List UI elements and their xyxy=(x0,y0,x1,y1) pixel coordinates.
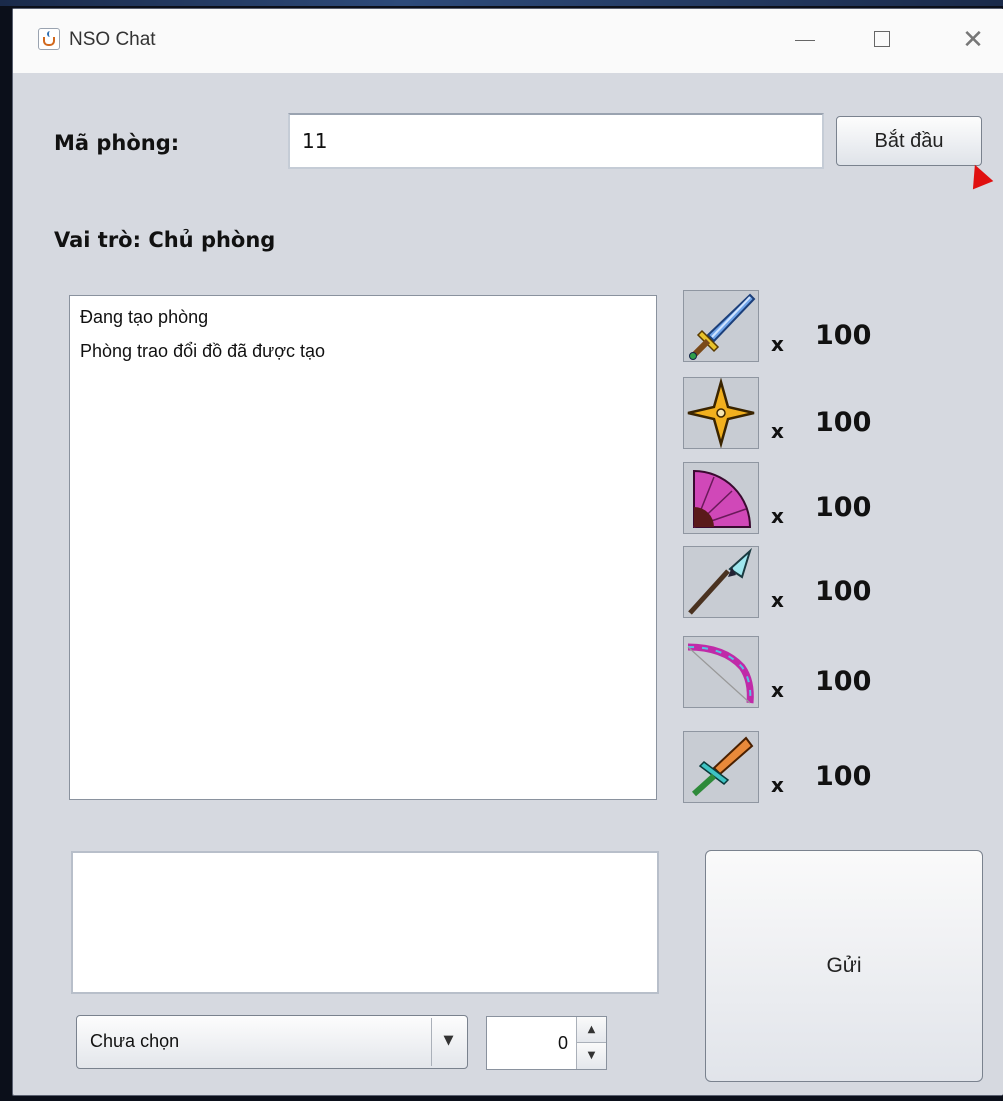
minimize-icon xyxy=(795,40,815,41)
close-button[interactable]: ✕ xyxy=(953,23,993,59)
close-icon: ✕ xyxy=(962,25,984,55)
nso-chat-window: NSO Chat ✕ Mã phòng: 11 Bắt đầu Vai trò:… xyxy=(12,8,1003,1096)
item-quantity: 100 xyxy=(815,666,872,697)
minimize-button[interactable] xyxy=(785,23,825,59)
inventory-item: x 100 xyxy=(683,377,983,455)
item-multiplier: x xyxy=(771,773,784,797)
item-quantity: 100 xyxy=(815,492,872,523)
spinner-up-icon[interactable]: ▲ xyxy=(576,1017,606,1043)
item-select-value: Chưa chọn xyxy=(90,1031,180,1051)
inventory-item: x 100 xyxy=(683,546,983,624)
log-line: Phòng trao đổi đồ đã được tạo xyxy=(80,341,326,361)
item-multiplier: x xyxy=(771,504,784,528)
quantity-spinner[interactable]: 0 ▲ ▼ xyxy=(486,1016,607,1070)
inventory-item: x 100 xyxy=(683,462,983,540)
spear-icon[interactable] xyxy=(683,546,759,618)
fan-icon[interactable] xyxy=(683,462,759,534)
room-code-label: Mã phòng: xyxy=(54,131,180,155)
inventory-item: x 100 xyxy=(683,731,983,809)
spinner-down-icon[interactable]: ▼ xyxy=(576,1043,606,1069)
item-select-dropdown[interactable]: Chưa chọn ▼ xyxy=(76,1015,468,1069)
shuriken-icon[interactable] xyxy=(683,377,759,449)
quantity-value[interactable]: 0 xyxy=(558,1033,568,1054)
send-button[interactable]: Gửi xyxy=(705,850,983,1082)
log-line: Đang tạo phòng xyxy=(80,307,209,327)
java-app-icon xyxy=(38,28,60,50)
message-input[interactable] xyxy=(71,851,659,994)
item-multiplier: x xyxy=(771,332,784,356)
knife-icon[interactable] xyxy=(683,731,759,803)
chevron-down-icon[interactable]: ▼ xyxy=(431,1018,465,1066)
sword-icon[interactable] xyxy=(683,290,759,362)
inventory-item: x 100 xyxy=(683,290,983,368)
maximize-icon xyxy=(874,31,890,47)
item-multiplier: x xyxy=(771,588,784,612)
item-quantity: 100 xyxy=(815,576,872,607)
title-bar[interactable]: NSO Chat ✕ xyxy=(13,9,1003,73)
room-code-input[interactable]: 11 xyxy=(288,113,824,169)
start-button[interactable]: Bắt đầu xyxy=(836,116,982,166)
item-quantity: 100 xyxy=(815,407,872,438)
chat-log[interactable]: Đang tạo phòng Phòng trao đổi đồ đã được… xyxy=(69,295,657,800)
inventory-item: x 100 xyxy=(683,636,983,714)
desktop-background xyxy=(0,0,1003,6)
window-title: NSO Chat xyxy=(69,29,156,50)
item-quantity: 100 xyxy=(815,761,872,792)
maximize-button[interactable] xyxy=(863,23,903,59)
item-multiplier: x xyxy=(771,678,784,702)
item-multiplier: x xyxy=(771,419,784,443)
item-quantity: 100 xyxy=(815,320,872,351)
bow-icon[interactable] xyxy=(683,636,759,708)
role-label: Vai trò: Chủ phòng xyxy=(54,228,276,252)
